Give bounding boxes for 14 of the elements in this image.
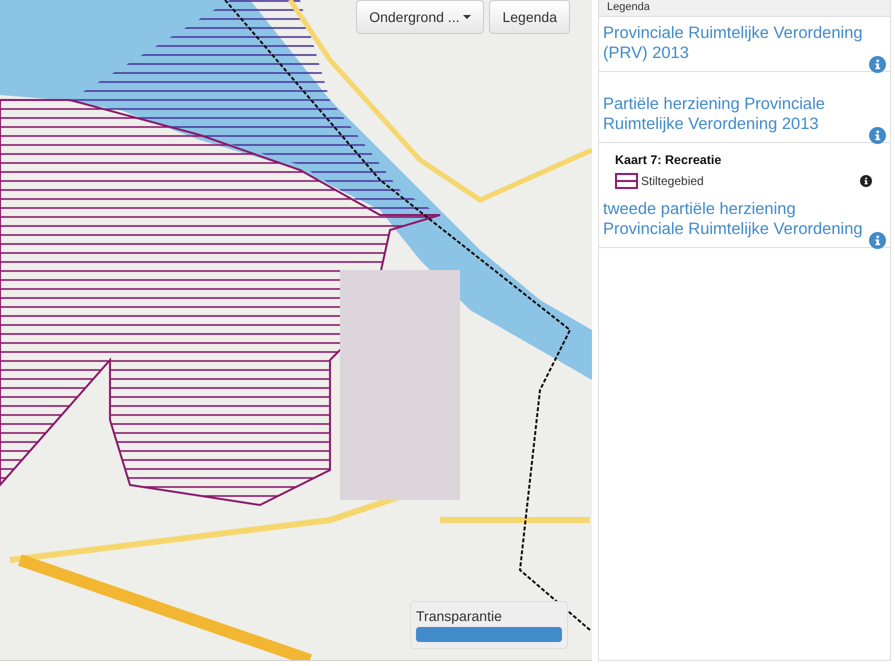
layer-title-link[interactable]: tweede partiële herziening Provinciale Ruimtelijke Verordening — [603, 199, 869, 239]
hatched-swatch-icon — [615, 173, 638, 189]
map-heading: Kaart 7: Recreatie — [615, 153, 722, 167]
legend-button[interactable]: Legenda — [489, 0, 570, 34]
basemap-dropdown-button[interactable]: Ondergrond ... — [356, 0, 484, 34]
map-view[interactable]: Ondergrond ... Legenda Transparantie — [0, 0, 592, 661]
transparency-label: Transparantie — [416, 608, 503, 624]
layer-title-link[interactable]: Partiële herziening Provinciale Ruimtelijke Verordening 2013 — [603, 94, 869, 134]
layer-title-link[interactable]: Provinciale Ruimtelijke Verordening (PRV) 2013 — [603, 23, 869, 63]
legend-item-label: Stiltegebied — [641, 174, 704, 188]
info-icon[interactable] — [860, 175, 872, 187]
panel-title: Legenda — [607, 1, 650, 13]
caret-icon — [463, 15, 472, 19]
transparency-slider[interactable] — [416, 627, 562, 642]
